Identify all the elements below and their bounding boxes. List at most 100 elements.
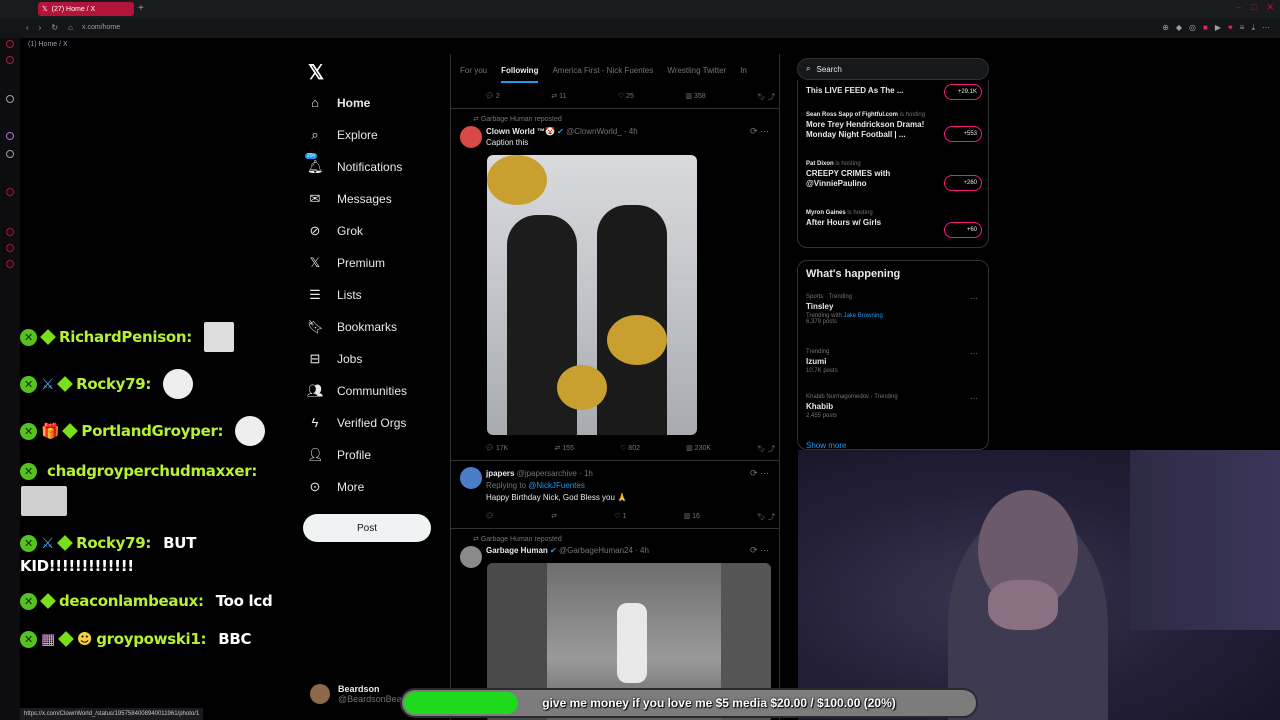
nav-bookmarks[interactable]: 🔖︎ Bookmarks bbox=[307, 319, 397, 335]
show-more-link[interactable]: Show more bbox=[806, 441, 846, 450]
nav-verified-orgs[interactable]: ϟ Verified Orgs bbox=[307, 415, 407, 430]
sidebar-app-icon[interactable] bbox=[6, 228, 14, 236]
like-button[interactable]: ♡ 802 bbox=[620, 444, 640, 454]
new-tab-icon[interactable]: + bbox=[138, 3, 144, 14]
reply-button[interactable]: 💬︎ 17K bbox=[485, 444, 508, 454]
close-icon[interactable]: ✕ bbox=[1266, 2, 1274, 13]
back-icon[interactable]: ‹ bbox=[26, 23, 29, 32]
space-item[interactable]: This LIVE FEED As The ... +29.1K bbox=[806, 84, 982, 100]
nav-grok[interactable]: ⊘ Grok bbox=[307, 223, 363, 239]
tweet-handle[interactable]: @ClownWorld_ · 4h bbox=[566, 127, 638, 136]
views-button[interactable]: ▥ 358 bbox=[685, 92, 705, 102]
tweet-author[interactable]: Garbage Human bbox=[486, 546, 548, 555]
zoom-icon[interactable]: ⊕ bbox=[1162, 23, 1169, 33]
trend-item[interactable]: Khabib Nurmagomedov · Trending Khabib 2,… bbox=[806, 394, 982, 419]
tab-america-first[interactable]: America First - Nick Fuentes bbox=[552, 66, 653, 75]
tweet-handle[interactable]: @GarbageHuman24 · 4h bbox=[559, 546, 649, 555]
gift-badge-icon: ▦ bbox=[41, 630, 55, 648]
sidebar-app-icon[interactable] bbox=[6, 260, 14, 268]
reply-to-link[interactable]: @NickJFuentes bbox=[528, 481, 585, 490]
menu-icon[interactable]: ≡ bbox=[1240, 23, 1245, 33]
post-button[interactable]: Post bbox=[303, 514, 431, 542]
tweet-author[interactable]: Clown World ™🤡 bbox=[486, 127, 555, 136]
tweet-handle[interactable]: @jpapersarchive · 1h bbox=[517, 469, 593, 478]
more-icon[interactable]: ⋯ bbox=[1262, 23, 1270, 33]
space-item[interactable]: Sean Ross Sapp of Fightful.com is hostin… bbox=[806, 112, 982, 142]
sidebar-app-icon[interactable] bbox=[6, 188, 14, 196]
more-icon[interactable]: ⋯ bbox=[970, 349, 978, 358]
tweet-author[interactable]: jpapers bbox=[486, 469, 514, 478]
chat-message-continued: KID!!!!!!!!!!!!! bbox=[20, 557, 134, 575]
tab-following[interactable]: Following bbox=[501, 66, 539, 83]
nav-home[interactable]: ⌂ Home bbox=[307, 95, 370, 110]
heart-icon[interactable]: ♥ bbox=[1228, 23, 1233, 33]
more-icon[interactable]: ⋯ bbox=[970, 394, 978, 403]
tweet-photo[interactable] bbox=[487, 155, 697, 435]
play-icon[interactable]: ▶ bbox=[1215, 23, 1221, 33]
sidebar-app-icon[interactable] bbox=[6, 244, 14, 252]
views-button[interactable]: ▥ 230K bbox=[686, 444, 711, 454]
repost-button[interactable]: ⇄ 155 bbox=[554, 444, 574, 454]
nav-profile[interactable]: 👤︎ Profile bbox=[307, 447, 371, 463]
sidebar-app-icon[interactable] bbox=[6, 56, 14, 64]
nav-more[interactable]: ⊙ More bbox=[307, 479, 365, 495]
avatar[interactable] bbox=[460, 467, 482, 489]
like-button[interactable]: ♡ 25 bbox=[618, 92, 634, 102]
minimize-icon[interactable]: – bbox=[1236, 2, 1241, 13]
tab-for-you[interactable]: For you bbox=[460, 66, 487, 75]
bookmark-button[interactable]: 🔖︎ ⤴ bbox=[757, 92, 775, 102]
emote-image bbox=[21, 486, 67, 516]
download-icon[interactable]: ⤓ bbox=[1251, 23, 1255, 33]
views-button[interactable]: ▥ 16 bbox=[684, 512, 700, 522]
avatar bbox=[310, 684, 330, 704]
home-icon[interactable]: ⌂ bbox=[68, 23, 73, 32]
extension-icon[interactable]: ◆ bbox=[1176, 23, 1182, 33]
sidebar-app-icon[interactable] bbox=[6, 40, 14, 48]
reload-icon[interactable]: ↻ bbox=[51, 23, 58, 32]
nav-lists[interactable]: ☰ Lists bbox=[307, 287, 362, 303]
forward-icon[interactable]: › bbox=[39, 23, 42, 32]
nav-messages[interactable]: ✉ Messages bbox=[307, 191, 392, 207]
avatar[interactable] bbox=[460, 126, 482, 148]
nav-jobs[interactable]: ⊟ Jobs bbox=[307, 351, 363, 367]
sub-badge-icon bbox=[40, 593, 56, 609]
divider bbox=[451, 108, 779, 109]
more-icon[interactable]: ⋯ bbox=[970, 294, 978, 303]
tweet-actions: 💬︎ 17K ⇄ 155 ♡ 802 ▥ 230K 🔖︎ ⤴ bbox=[485, 444, 775, 454]
tab-more[interactable]: In bbox=[740, 66, 747, 75]
tweet-menu-icon[interactable]: ⟳ ⋯ bbox=[750, 126, 769, 137]
nav-premium[interactable]: 𝕏 Premium bbox=[307, 255, 385, 271]
url-field[interactable]: x.com/home bbox=[82, 24, 120, 31]
bookmark-button[interactable]: 🔖︎ ⤴ bbox=[757, 512, 775, 522]
reply-button[interactable]: 💬︎ bbox=[485, 512, 494, 522]
nav-notifications[interactable]: 🔔︎ 20+ Notifications bbox=[305, 153, 402, 175]
chat-message: ✕ ▦ ☻ groypowski1: BBC bbox=[20, 630, 252, 648]
mail-icon: ✉ bbox=[309, 191, 321, 206]
sidebar-app-icon[interactable] bbox=[6, 95, 14, 103]
tab-wrestling-twitter[interactable]: Wrestling Twitter bbox=[667, 66, 726, 75]
like-button[interactable]: ♡ 1 bbox=[614, 512, 626, 522]
nav-communities[interactable]: 👥︎ Communities bbox=[307, 383, 407, 399]
sidebar-app-icon[interactable] bbox=[6, 132, 14, 140]
tweet-menu-icon[interactable]: ⟳ ⋯ bbox=[750, 545, 769, 556]
tweet-menu-icon[interactable]: ⟳ ⋯ bbox=[750, 468, 769, 479]
trend-item[interactable]: Trending Izumi 10.7K posts ⋯ bbox=[806, 349, 982, 374]
nav-explore[interactable]: ⌕ Explore bbox=[307, 127, 377, 143]
browser-tab[interactable]: 𝕏 (27) Home / X bbox=[38, 2, 134, 16]
sidebar-app-icon[interactable] bbox=[6, 150, 14, 158]
extension-icon[interactable]: ◎ bbox=[1189, 23, 1196, 33]
space-item[interactable]: Myron Gaines is hosting After Hours w/ G… bbox=[806, 210, 982, 238]
repost-button[interactable]: ⇄ bbox=[551, 512, 557, 522]
live-spaces: This LIVE FEED As The ... +29.1K Sean Ro… bbox=[797, 80, 989, 248]
search-input[interactable]: ⌕ Search bbox=[797, 58, 989, 80]
repost-button[interactable]: ⇄ 11 bbox=[551, 92, 566, 102]
account-switcher[interactable]: Beardson @BeardsonBea bbox=[310, 684, 402, 704]
trend-item[interactable]: Sports · Trending Tinsley Trending with … bbox=[806, 294, 982, 325]
extension-icon[interactable]: ■ bbox=[1203, 23, 1208, 33]
space-item[interactable]: Pat Dixon is hosting CREEPY CRIMES with … bbox=[806, 161, 982, 191]
avatar[interactable] bbox=[460, 546, 482, 568]
reply-button[interactable]: 💬︎ 2 bbox=[485, 92, 500, 102]
maximize-icon[interactable]: □ bbox=[1251, 2, 1256, 13]
bookmark-button[interactable]: 🔖︎ ⤴ bbox=[757, 444, 775, 454]
x-logo-icon[interactable]: 𝕏 bbox=[308, 60, 324, 85]
